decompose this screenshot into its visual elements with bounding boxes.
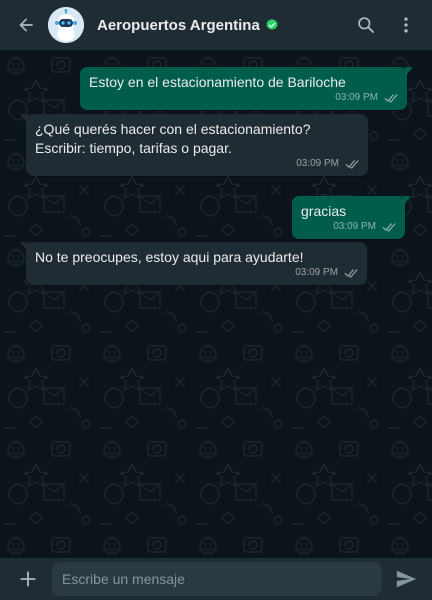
message-time: 03:09 PM (335, 92, 378, 103)
bubble-tail (405, 67, 413, 77)
message-text: No te preocupes, estoy aqui para ayudart… (35, 249, 304, 265)
message-text: ¿Qué querés hacer con el estacionamiento… (35, 121, 311, 156)
message-composer (0, 558, 432, 600)
bubble-tail (20, 114, 28, 124)
message-bubble-incoming[interactable]: ¿Qué querés hacer con el estacionamiento… (20, 114, 368, 176)
message-text: Estoy en el estacionamiento de Bariloche (89, 74, 346, 90)
chat-header: Aeropuertos Argentina (0, 0, 432, 50)
double-check-icon (345, 159, 359, 169)
message-meta: 03:09 PM (296, 154, 360, 173)
search-icon[interactable] (350, 9, 382, 41)
contact-name: Aeropuertos Argentina (97, 16, 260, 34)
send-icon[interactable] (390, 563, 422, 595)
message-time: 03:09 PM (296, 158, 339, 169)
message-time: 03:09 PM (295, 267, 338, 278)
verified-check-icon (265, 18, 279, 32)
message-bubble-incoming[interactable]: No te preocupes, estoy aqui para ayudart… (20, 242, 367, 285)
vertical-dots-icon[interactable] (390, 9, 422, 41)
bubble-tail (403, 196, 411, 206)
message-meta: 03:09 PM (295, 263, 359, 282)
double-check-icon (344, 268, 358, 278)
message-meta: 03:09 PM (335, 88, 399, 107)
message-input[interactable] (52, 562, 382, 596)
chat-title-area[interactable]: Aeropuertos Argentina (97, 17, 342, 34)
conversation-panel[interactable]: Estoy en el estacionamiento de Bariloche… (0, 50, 432, 558)
arrow-left-icon[interactable] (14, 13, 38, 37)
message-bubble-outgoing[interactable]: Estoy en el estacionamiento de Bariloche… (80, 67, 413, 110)
double-check-icon (384, 93, 398, 103)
double-check-icon (382, 222, 396, 232)
message-bubble-outgoing[interactable]: gracias 03:09 PM (292, 196, 411, 239)
message-time: 03:09 PM (333, 221, 376, 232)
bubble-tail (20, 242, 28, 252)
plus-icon[interactable] (14, 565, 42, 593)
robot-avatar-icon[interactable] (48, 7, 84, 43)
message-meta: 03:09 PM (333, 217, 397, 236)
